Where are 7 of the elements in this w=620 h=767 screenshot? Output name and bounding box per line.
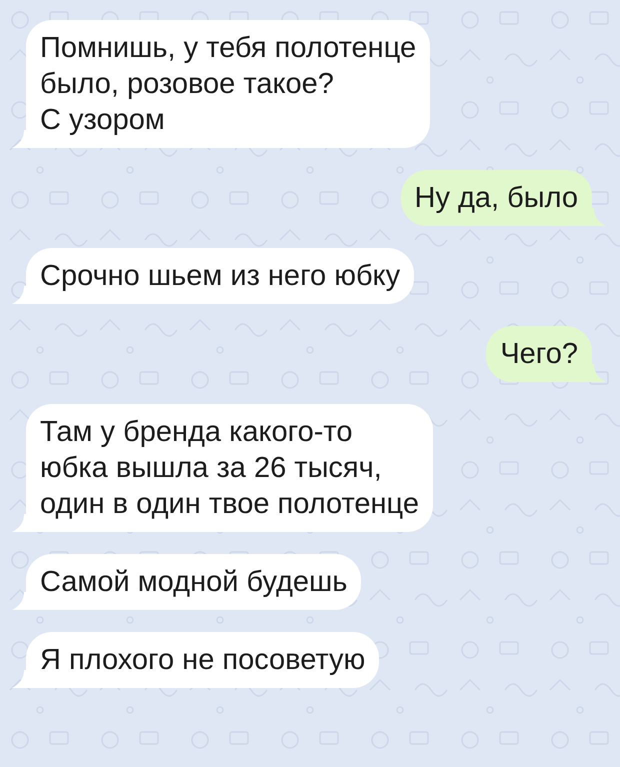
message-text: Я плохого не посоветую <box>40 643 366 678</box>
message-text: Срочно шьем из него юбку <box>40 259 400 294</box>
message-text: Там у бренда какого-то юбка вышла за 26 тысяч, один в один твое полотенце <box>40 415 419 522</box>
message-text: Помнишь, у тебя полотенце было, розовое такое? С узором <box>40 31 416 138</box>
message-text: Чего? <box>500 337 578 372</box>
message-text: Ну да, было <box>414 181 578 216</box>
message-text: Самой модной будешь <box>40 565 348 600</box>
